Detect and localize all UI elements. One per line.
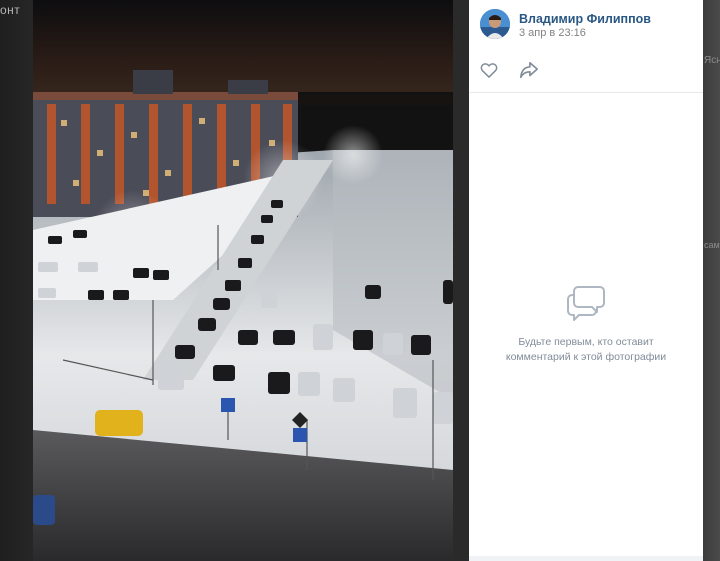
author-name-link[interactable]: Владимир Филиппов <box>519 12 651 26</box>
background-page-text-right: Ясн <box>704 55 720 66</box>
like-button[interactable] <box>479 60 499 80</box>
background-page-text: онт <box>0 3 21 17</box>
night-parking-photo <box>33 0 453 561</box>
comment-bubble-icon <box>567 286 605 321</box>
photo-viewer-image[interactable] <box>33 0 453 561</box>
empty-comments-text: Будьте первым, кто оставит комментарий к… <box>505 336 667 363</box>
post-date[interactable]: 3 апр в 23:16 <box>519 27 586 39</box>
share-button[interactable] <box>518 60 540 80</box>
heart-icon <box>480 63 498 78</box>
post-actions-bar <box>469 48 703 93</box>
author-avatar[interactable] <box>480 9 510 39</box>
background-page-text-right-2: сам <box>704 240 720 250</box>
post-author-header: Владимир Филиппов 3 апр в 23:16 <box>469 0 703 48</box>
share-arrow-icon <box>520 61 539 79</box>
panel-bottom-bar <box>469 556 703 561</box>
photo-side-panel: Владимир Филиппов 3 апр в 23:16 Будьте п… <box>469 0 703 561</box>
empty-comments-placeholder: Будьте первым, кто оставит комментарий к… <box>469 285 703 365</box>
